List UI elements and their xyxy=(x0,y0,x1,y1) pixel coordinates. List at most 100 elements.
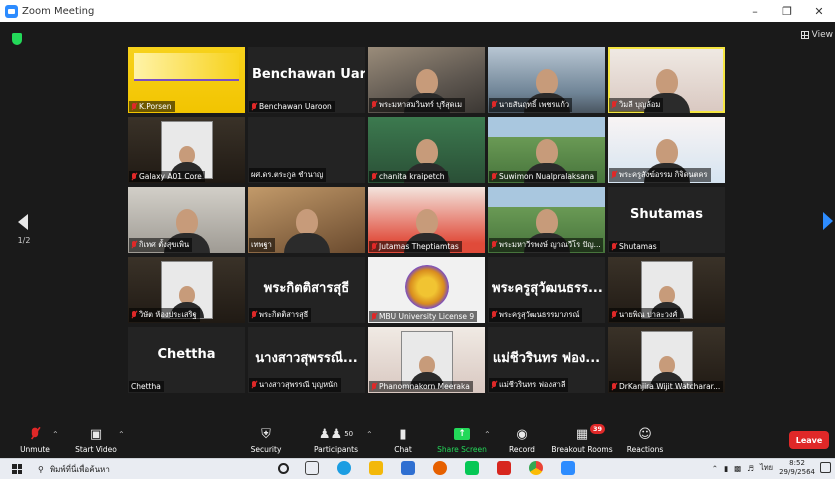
participant-name-label: กิเทศ ตั้งสุขเพิน xyxy=(129,238,193,252)
participant-tile[interactable]: Suwimon Nualpralaksana xyxy=(488,117,605,183)
participant-tile[interactable]: นางสาวสุพรรณี... นางสาวสุพรรณี บุญหนัก xyxy=(248,327,365,393)
participant-tile[interactable]: DrKanjira Wijit Watcharar... xyxy=(608,327,725,393)
security-label: Security xyxy=(250,445,282,454)
record-button[interactable]: ◉ Record xyxy=(504,422,540,458)
participant-display-name: พระครูสุวัฒนธรร... xyxy=(492,281,603,296)
file-explorer-icon[interactable] xyxy=(369,461,383,475)
participant-tile[interactable]: พระมหาวีรพงษ์ ญาณวีโร ปัญ... xyxy=(488,187,605,253)
participant-name-label: พระครูสุวัฒนธรรมาภรณ์ xyxy=(489,308,583,322)
participant-name-label: Jutamas Theptiamtas xyxy=(369,241,462,252)
network-icon[interactable]: ▩ xyxy=(734,464,741,473)
breakout-rooms-icon: ▦ xyxy=(575,426,589,442)
participant-tile[interactable]: Shutamas Shutamas xyxy=(608,187,725,253)
participant-tile[interactable]: K.Porsen xyxy=(128,47,245,113)
participant-name: นายพิณ ปาละวงศ์ xyxy=(619,310,678,319)
participant-tile[interactable]: Galaxy A01 Core xyxy=(128,117,245,183)
participant-display-name: แม่ชีวรินทร ฟอง... xyxy=(492,351,601,366)
participant-tile[interactable]: พระครูสังฆ์อรรม กิจิดนตคร xyxy=(608,117,725,183)
windows-taskbar: ⚲ พิมพ์ที่นี่เพื่อค้นหา xyxy=(0,458,835,479)
audio-options-caret[interactable]: ⌃ xyxy=(52,430,59,439)
mic-muted-icon xyxy=(611,101,617,109)
mic-muted-icon xyxy=(371,382,377,391)
mic-muted-icon xyxy=(491,311,497,319)
firefox-icon[interactable] xyxy=(433,461,447,475)
close-button[interactable]: ✕ xyxy=(803,5,835,18)
volume-icon[interactable]: ♬ xyxy=(747,464,754,473)
participants-options-caret[interactable]: ⌃ xyxy=(366,430,373,439)
clock[interactable]: 8:52 29/9/2564 xyxy=(779,459,815,477)
participant-tile[interactable]: Chettha Chettha xyxy=(128,327,245,393)
participant-name: พระครูสังฆ์อรรม กิจิดนตคร xyxy=(619,170,708,179)
chrome-icon[interactable] xyxy=(529,461,543,475)
participant-tile[interactable]: นายพิณ ปาละวงศ์ xyxy=(608,257,725,323)
breakout-rooms-label: Breakout Rooms xyxy=(551,445,613,454)
participant-tile[interactable]: พระครูสุวัฒนธรร... พระครูสุวัฒนธรรมาภรณ์ xyxy=(488,257,605,323)
participant-tile[interactable]: Benchawan Uar... Benchawan Uaroon xyxy=(248,47,365,113)
breakout-rooms-button[interactable]: ▦ 39 Breakout Rooms xyxy=(550,422,614,458)
unmute-button[interactable]: Unmute xyxy=(14,422,56,458)
zoom-taskbar-icon[interactable] xyxy=(561,461,575,475)
leave-button[interactable]: Leave xyxy=(789,431,829,449)
share-screen-label: Share Screen xyxy=(437,445,487,454)
acrobat-icon[interactable] xyxy=(497,461,511,475)
edge-browser-icon[interactable] xyxy=(337,461,351,475)
participant-name-label: ผศ.ดร.ตระกูล ชำนาญ xyxy=(249,168,327,182)
participant-name-label: นางสาวสุพรรณี บุญหนัก xyxy=(249,378,341,392)
security-button[interactable]: ⛨ Security xyxy=(246,422,286,458)
participant-name-label: Phanomnakorn Meeraka xyxy=(369,381,473,392)
zoom-logo-icon xyxy=(5,4,18,18)
participant-tile[interactable]: พระกิตติสารสุธี พระกิตติสารสุธี xyxy=(248,257,365,323)
participant-tile[interactable]: Jutamas Theptiamtas xyxy=(368,187,485,253)
battery-icon[interactable]: ▮ xyxy=(724,464,728,473)
participants-button[interactable]: ♟♟ 50 Participants xyxy=(310,422,362,458)
participant-tile[interactable]: นายสันฤทธิ์ เพชรแก้ว xyxy=(488,47,605,113)
participant-tile[interactable]: ผศ.ดร.ตระกูล ชำนาญ xyxy=(248,117,365,183)
window-titlebar: Zoom Meeting – ❐ ✕ xyxy=(0,0,835,22)
encryption-shield-icon[interactable] xyxy=(12,33,22,45)
reactions-label: Reactions xyxy=(626,445,664,454)
search-icon: ⚲ xyxy=(38,464,44,474)
participant-tile[interactable]: เทพฐา xyxy=(248,187,365,253)
participant-tile[interactable]: chanita kraipetch xyxy=(368,117,485,183)
video-off-icon: ▣ xyxy=(89,426,103,442)
line-app-icon[interactable] xyxy=(465,461,479,475)
security-shield-icon: ⛨ xyxy=(261,426,271,442)
minimize-button[interactable]: – xyxy=(739,5,771,18)
previous-page-icon[interactable] xyxy=(18,214,28,230)
next-page-icon[interactable] xyxy=(823,212,833,230)
participant-name-label: K.Porsen xyxy=(129,101,175,112)
view-button[interactable]: View xyxy=(800,30,833,40)
view-label: View xyxy=(811,30,833,40)
input-language[interactable]: ไทย xyxy=(760,462,773,474)
start-video-button[interactable]: ▣ Start Video xyxy=(72,422,120,458)
mic-muted-icon xyxy=(131,241,137,249)
maximize-button[interactable]: ❐ xyxy=(771,5,803,18)
meeting-toolbar: Unmute ⌃ ▣ Start Video ⌃ ⛨ Security ♟♟ 50… xyxy=(0,422,835,458)
participant-tile[interactable]: MBU University License 9 xyxy=(368,257,485,323)
participant-tile[interactable]: วิษัต ห้องประเสริฐ xyxy=(128,257,245,323)
mail-icon[interactable] xyxy=(401,461,415,475)
share-screen-button[interactable]: ↑ Share Screen xyxy=(436,422,488,458)
share-options-caret[interactable]: ⌃ xyxy=(484,430,491,439)
windows-start-icon[interactable] xyxy=(12,464,22,474)
participant-tile[interactable]: พระมหาสมวินทร์ บุรีสุดเม xyxy=(368,47,485,113)
participant-tile[interactable]: แม่ชีวรินทร ฟอง... แม่ชีวรินทร ฟองสาลี xyxy=(488,327,605,393)
participant-name: K.Porsen xyxy=(139,102,172,111)
taskbar-search[interactable]: ⚲ พิมพ์ที่นี่เพื่อค้นหา xyxy=(38,463,158,476)
cortana-icon[interactable] xyxy=(278,463,289,474)
tray-expand-icon[interactable]: ⌃ xyxy=(712,464,718,473)
task-view-icon[interactable] xyxy=(305,461,319,475)
participant-name: พระครูสุวัฒนธรรมาภรณ์ xyxy=(499,310,580,319)
participant-name: เทพฐา xyxy=(251,240,272,249)
chat-label: Chat xyxy=(394,445,412,454)
participant-name-label: Chettha xyxy=(129,381,164,392)
participant-tile[interactable]: Phanomnakorn Meeraka xyxy=(368,327,485,393)
notification-center-icon[interactable] xyxy=(820,462,831,473)
participant-name-label: พระกิตติสารสุธี xyxy=(249,308,312,322)
reactions-button[interactable]: ☺ Reactions xyxy=(624,422,666,458)
video-options-caret[interactable]: ⌃ xyxy=(118,430,125,439)
chat-button[interactable]: ▮ Chat xyxy=(388,422,418,458)
participant-tile[interactable]: กิเทศ ตั้งสุขเพิน xyxy=(128,187,245,253)
participant-tile[interactable]: วิมลี บุญล้อม xyxy=(608,47,725,113)
mic-muted-icon xyxy=(131,311,137,319)
